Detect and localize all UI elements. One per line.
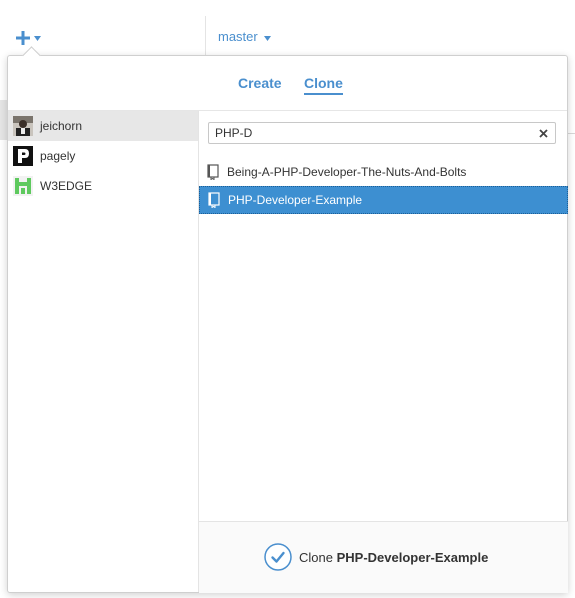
account-name: jeichorn <box>40 119 83 133</box>
caret-down-icon <box>34 35 41 41</box>
avatar <box>13 176 33 196</box>
clone-button[interactable]: Clone PHP-Developer-Example <box>264 543 488 571</box>
toolbar: master <box>0 0 575 56</box>
plus-icon <box>16 31 30 45</box>
accounts-sidebar: jeichorn pagely W3EDGE <box>8 111 199 592</box>
clear-icon[interactable] <box>535 125 551 141</box>
avatar <box>13 116 33 136</box>
toolbar-divider <box>205 16 206 56</box>
tab-create[interactable]: Create <box>238 75 282 93</box>
add-repo-button[interactable] <box>16 29 46 47</box>
repo-filter-input[interactable] <box>209 126 535 140</box>
background-divider <box>568 133 575 134</box>
repo-list-item[interactable]: Being-A-PHP-Developer-The-Nuts-And-Bolts <box>199 158 568 186</box>
repo-list-item[interactable]: PHP-Developer-Example <box>199 186 568 214</box>
repository-panel: Being-A-PHP-Developer-The-Nuts-And-Bolts… <box>199 111 568 593</box>
branch-selector[interactable]: master <box>218 29 271 44</box>
account-item-pagely[interactable]: pagely <box>8 141 198 171</box>
tab-clone[interactable]: Clone <box>304 75 343 95</box>
repo-filter <box>208 122 556 144</box>
account-name: pagely <box>40 149 76 163</box>
account-item-w3edge[interactable]: W3EDGE <box>8 171 198 201</box>
caret-down-icon <box>263 29 271 44</box>
check-circle-icon <box>264 543 292 571</box>
branch-label: master <box>218 29 258 44</box>
account-name: W3EDGE <box>40 179 93 193</box>
account-item-jeichorn[interactable]: jeichorn <box>8 111 198 141</box>
avatar <box>13 146 33 166</box>
repo-name: PHP-Developer-Example <box>228 193 363 207</box>
repo-icon <box>207 192 221 209</box>
popover-tabs: Create Clone <box>8 56 567 111</box>
clone-repo-name: PHP-Developer-Example <box>336 549 489 565</box>
repo-icon <box>206 164 220 181</box>
clone-footer: Clone PHP-Developer-Example <box>199 521 568 593</box>
clone-label: Clone PHP-Developer-Example <box>299 550 488 565</box>
repository-popover: Create Clone jeichorn pagely W3EDGE PHP-… <box>7 46 568 593</box>
clone-prefix: Clone <box>299 549 333 565</box>
repo-name: Being-A-PHP-Developer-The-Nuts-And-Bolts <box>227 165 467 179</box>
